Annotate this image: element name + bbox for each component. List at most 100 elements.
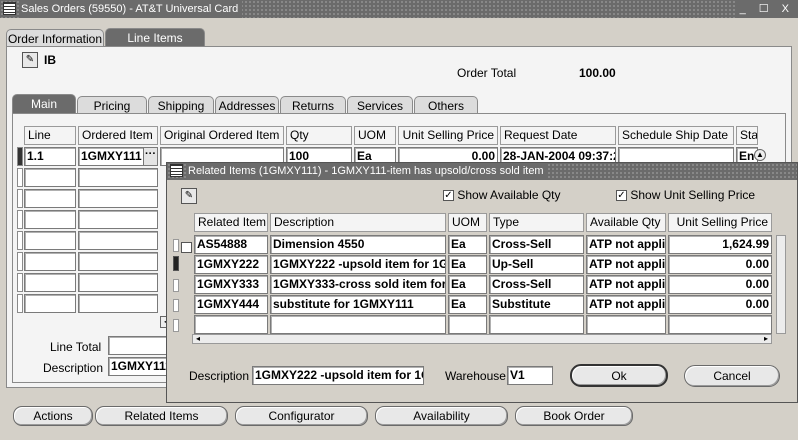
empty-line-cell[interactable]	[24, 273, 76, 292]
row-selector[interactable]	[17, 252, 23, 271]
ok-button[interactable]: Ok	[570, 364, 668, 387]
tab-pricing[interactable]: Pricing	[77, 96, 147, 114]
warehouse-label: Warehouse	[445, 369, 506, 383]
show-unit-selling-price-option[interactable]: ✓ Show Unit Selling Price	[616, 188, 755, 202]
empty-item-cell[interactable]	[78, 210, 158, 229]
related-item-cell[interactable]: 1GMXY222	[194, 255, 268, 274]
description-cell[interactable]: Dimension 4550	[270, 235, 446, 254]
main-window-titlebar[interactable]: Sales Orders (59550) - AT&T Universal Ca…	[0, 0, 798, 18]
type-cell[interactable]	[489, 315, 584, 334]
type-cell[interactable]: Cross-Sell	[489, 275, 584, 294]
edit-icon[interactable]: ✎	[181, 188, 197, 204]
available-qty-cell[interactable]	[586, 315, 666, 334]
scroll-right-icon[interactable]: ▸	[761, 334, 771, 344]
row-selector[interactable]	[173, 299, 179, 312]
col-uom: UOM	[448, 213, 487, 232]
row-selector[interactable]	[17, 231, 23, 250]
description-cell[interactable]: substitute for 1GMXY111	[270, 295, 446, 314]
row-selector[interactable]	[173, 239, 179, 252]
ordered-item-field[interactable]: 1GMXY111 ···	[78, 147, 158, 166]
type-cell[interactable]: Substitute	[489, 295, 584, 314]
vertical-scrollbar[interactable]	[776, 235, 786, 334]
actions-button[interactable]: Actions	[13, 406, 93, 426]
tab-line-items[interactable]: Line Items	[105, 28, 205, 48]
description-field[interactable]: 1GMXY111	[108, 357, 174, 376]
uom-cell[interactable]: Ea	[448, 295, 487, 314]
row-selector[interactable]	[17, 168, 23, 187]
book-order-button[interactable]: Book Order	[515, 406, 633, 426]
empty-line-cell[interactable]	[24, 294, 76, 313]
type-cell[interactable]: Up-Sell	[489, 255, 584, 274]
row-selector[interactable]	[17, 210, 23, 229]
empty-line-cell[interactable]	[24, 189, 76, 208]
available-qty-cell[interactable]: ATP not applic	[586, 295, 666, 314]
show-available-qty-label: Show Available Qty	[457, 188, 561, 202]
line-total-field[interactable]	[108, 336, 174, 355]
empty-line-cell[interactable]	[24, 231, 76, 250]
tab-order-information[interactable]: Order Information	[6, 29, 104, 47]
scroll-left-icon[interactable]: ◂	[193, 334, 203, 344]
empty-item-cell[interactable]	[78, 231, 158, 250]
price-cell[interactable]: 0.00	[668, 275, 772, 294]
horizontal-scrollbar[interactable]: ◂ ▸	[192, 334, 772, 344]
price-cell[interactable]: 0.00	[668, 255, 772, 274]
line-number-field[interactable]: 1.1	[24, 147, 76, 166]
uom-cell[interactable]	[448, 315, 487, 334]
price-cell[interactable]: 0.00	[668, 295, 772, 314]
description-cell[interactable]	[270, 315, 446, 334]
warehouse-field[interactable]: V1	[507, 366, 553, 385]
empty-item-cell[interactable]	[78, 294, 158, 313]
uom-cell[interactable]: Ea	[448, 275, 487, 294]
row-selector[interactable]	[173, 319, 179, 332]
price-cell[interactable]: 1,624.99	[668, 235, 772, 254]
uom-cell[interactable]: Ea	[448, 255, 487, 274]
row-selector-current[interactable]	[173, 256, 179, 271]
related-item-cell[interactable]	[194, 315, 268, 334]
ib-icon[interactable]: ✎	[22, 52, 38, 68]
cancel-button[interactable]: Cancel	[684, 365, 780, 387]
scroll-up-icon[interactable]: ▲	[754, 149, 766, 161]
row-selector-current[interactable]	[17, 147, 23, 166]
empty-line-cell[interactable]	[24, 252, 76, 271]
configurator-button[interactable]: Configurator	[235, 406, 368, 426]
tab-main[interactable]: Main	[12, 94, 76, 114]
show-available-qty-option[interactable]: ✓ Show Available Qty	[443, 188, 561, 202]
related-description-field[interactable]: 1GMXY222 -upsold item for 1GM	[252, 366, 424, 385]
lov-button[interactable]: ···	[143, 148, 157, 165]
empty-line-cell[interactable]	[24, 168, 76, 187]
description-cell[interactable]: 1GMXY222 -upsold item for 1GMX	[270, 255, 446, 274]
related-items-button[interactable]: Related Items	[95, 406, 228, 426]
related-item-cell[interactable]: AS54888	[194, 235, 268, 254]
uom-cell[interactable]: Ea	[448, 235, 487, 254]
tab-others[interactable]: Others	[414, 96, 478, 114]
related-item-cell[interactable]: 1GMXY444	[194, 295, 268, 314]
row-selector[interactable]	[17, 273, 23, 292]
related-dialog-titlebar[interactable]: Related Items (1GMXY111) - 1GMXY111-item…	[167, 163, 797, 180]
empty-item-cell[interactable]	[78, 252, 158, 271]
row-checkbox[interactable]	[181, 242, 192, 254]
type-cell[interactable]: Cross-Sell	[489, 235, 584, 254]
col-uom: UOM	[354, 126, 396, 145]
tab-returns[interactable]: Returns	[280, 96, 346, 114]
price-cell[interactable]	[668, 315, 772, 334]
empty-item-cell[interactable]	[78, 273, 158, 292]
row-selector[interactable]	[17, 294, 23, 313]
empty-line-cell[interactable]	[24, 210, 76, 229]
available-qty-cell[interactable]: ATP not applic	[586, 275, 666, 294]
col-available-qty: Available Qty	[586, 213, 666, 232]
tab-addresses[interactable]: Addresses	[215, 96, 279, 114]
available-qty-cell[interactable]: ATP not applic	[586, 255, 666, 274]
related-item-cell[interactable]: 1GMXY333	[194, 275, 268, 294]
availability-button[interactable]: Availability	[375, 406, 508, 426]
show-unit-selling-price-checkbox[interactable]: ✓	[616, 190, 627, 202]
row-selector[interactable]	[17, 189, 23, 208]
empty-item-cell[interactable]	[78, 189, 158, 208]
tab-services[interactable]: Services	[347, 96, 413, 114]
description-cell[interactable]: 1GMXY333-cross sold item for 1G	[270, 275, 446, 294]
show-available-qty-checkbox[interactable]: ✓	[443, 190, 454, 202]
available-qty-cell[interactable]: ATP not applic	[586, 235, 666, 254]
row-selector[interactable]	[173, 279, 179, 292]
window-controls[interactable]: _ ☐ X	[735, 0, 798, 18]
empty-item-cell[interactable]	[78, 168, 158, 187]
tab-shipping[interactable]: Shipping	[148, 96, 214, 114]
